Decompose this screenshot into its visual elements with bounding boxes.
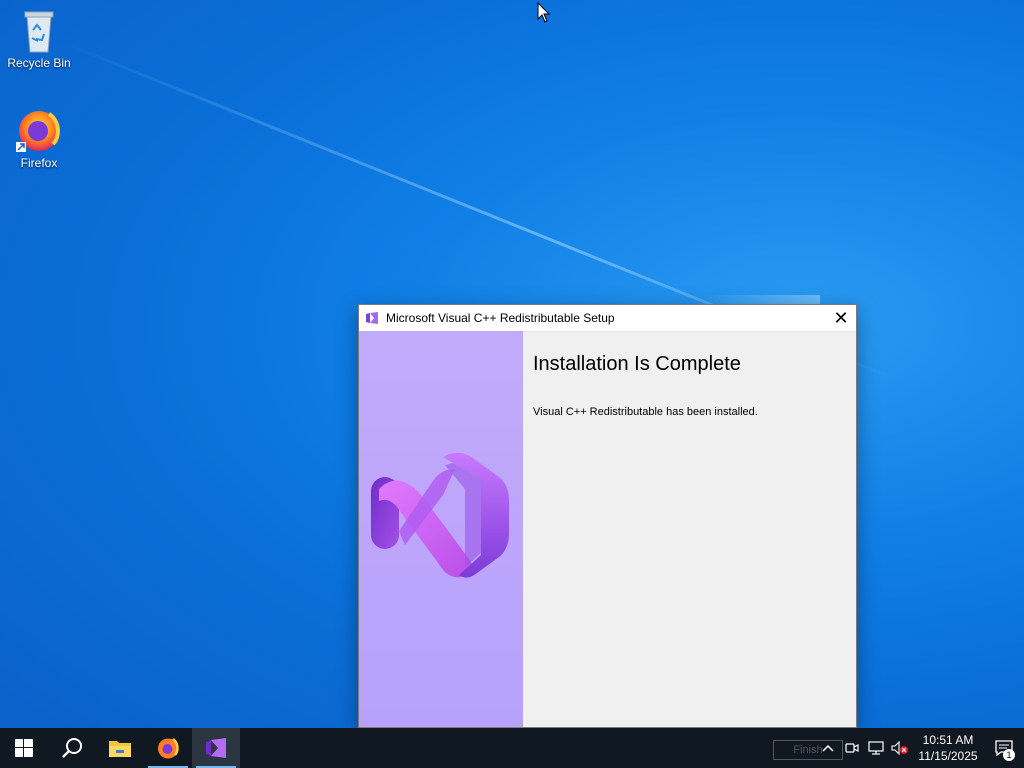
dialog-message: Visual C++ Redistributable has been inst… — [533, 406, 758, 418]
notification-count-badge: 1 — [1003, 749, 1015, 761]
clock-time: 10:51 AM — [922, 733, 974, 747]
visual-studio-icon — [366, 312, 378, 324]
start-button[interactable] — [0, 728, 48, 768]
volume-muted-icon — [891, 741, 908, 755]
clock-date: 11/15/2025 — [918, 749, 978, 763]
tray-volume-button[interactable] — [888, 728, 912, 768]
camera-icon — [845, 743, 859, 753]
desktop-icon-label: Firefox — [20, 156, 58, 170]
search-button[interactable] — [48, 728, 96, 768]
taskbar-firefox[interactable] — [144, 728, 192, 768]
system-tray: 10:51 AM 11/15/2025 1 — [816, 728, 1024, 768]
recycle-bin-icon — [24, 11, 54, 53]
dialog-side-panel — [359, 331, 523, 727]
tray-meet-now-button[interactable] — [840, 728, 864, 768]
mouse-cursor-icon — [537, 2, 551, 23]
desktop-icon-firefox[interactable]: Firefox — [1, 106, 77, 170]
desktop-icon-recycle-bin[interactable]: Recycle Bin — [1, 8, 77, 70]
tray-network-button[interactable] — [864, 728, 888, 768]
taskbar: 10:51 AM 11/15/2025 1 — [0, 728, 1024, 768]
dialog-title: Microsoft Visual C++ Redistributable Set… — [386, 311, 615, 325]
desktop-icon-label: Recycle Bin — [7, 56, 71, 70]
finish-button[interactable]: Finish — [773, 740, 843, 760]
dialog-titlebar[interactable]: Microsoft Visual C++ Redistributable Set… — [359, 305, 856, 332]
setup-dialog: Microsoft Visual C++ Redistributable Set… — [358, 304, 857, 728]
dialog-content: Installation Is Complete Visual C++ Redi… — [523, 331, 856, 727]
visual-studio-logo-icon — [371, 452, 509, 578]
search-icon — [62, 738, 82, 758]
folder-icon — [109, 741, 131, 757]
network-icon — [868, 741, 884, 755]
dialog-heading: Installation Is Complete — [533, 353, 741, 375]
firefox-icon — [158, 738, 179, 759]
close-button[interactable]: ✕ — [826, 305, 856, 331]
taskbar-clock[interactable]: 10:51 AM 11/15/2025 — [912, 732, 984, 764]
action-center-button[interactable]: 1 — [984, 728, 1024, 768]
windows-start-icon — [15, 739, 33, 757]
visual-studio-icon — [206, 738, 226, 758]
taskbar-file-explorer[interactable] — [96, 728, 144, 768]
firefox-icon — [16, 111, 60, 152]
taskbar-visual-studio-installer[interactable] — [192, 728, 240, 768]
